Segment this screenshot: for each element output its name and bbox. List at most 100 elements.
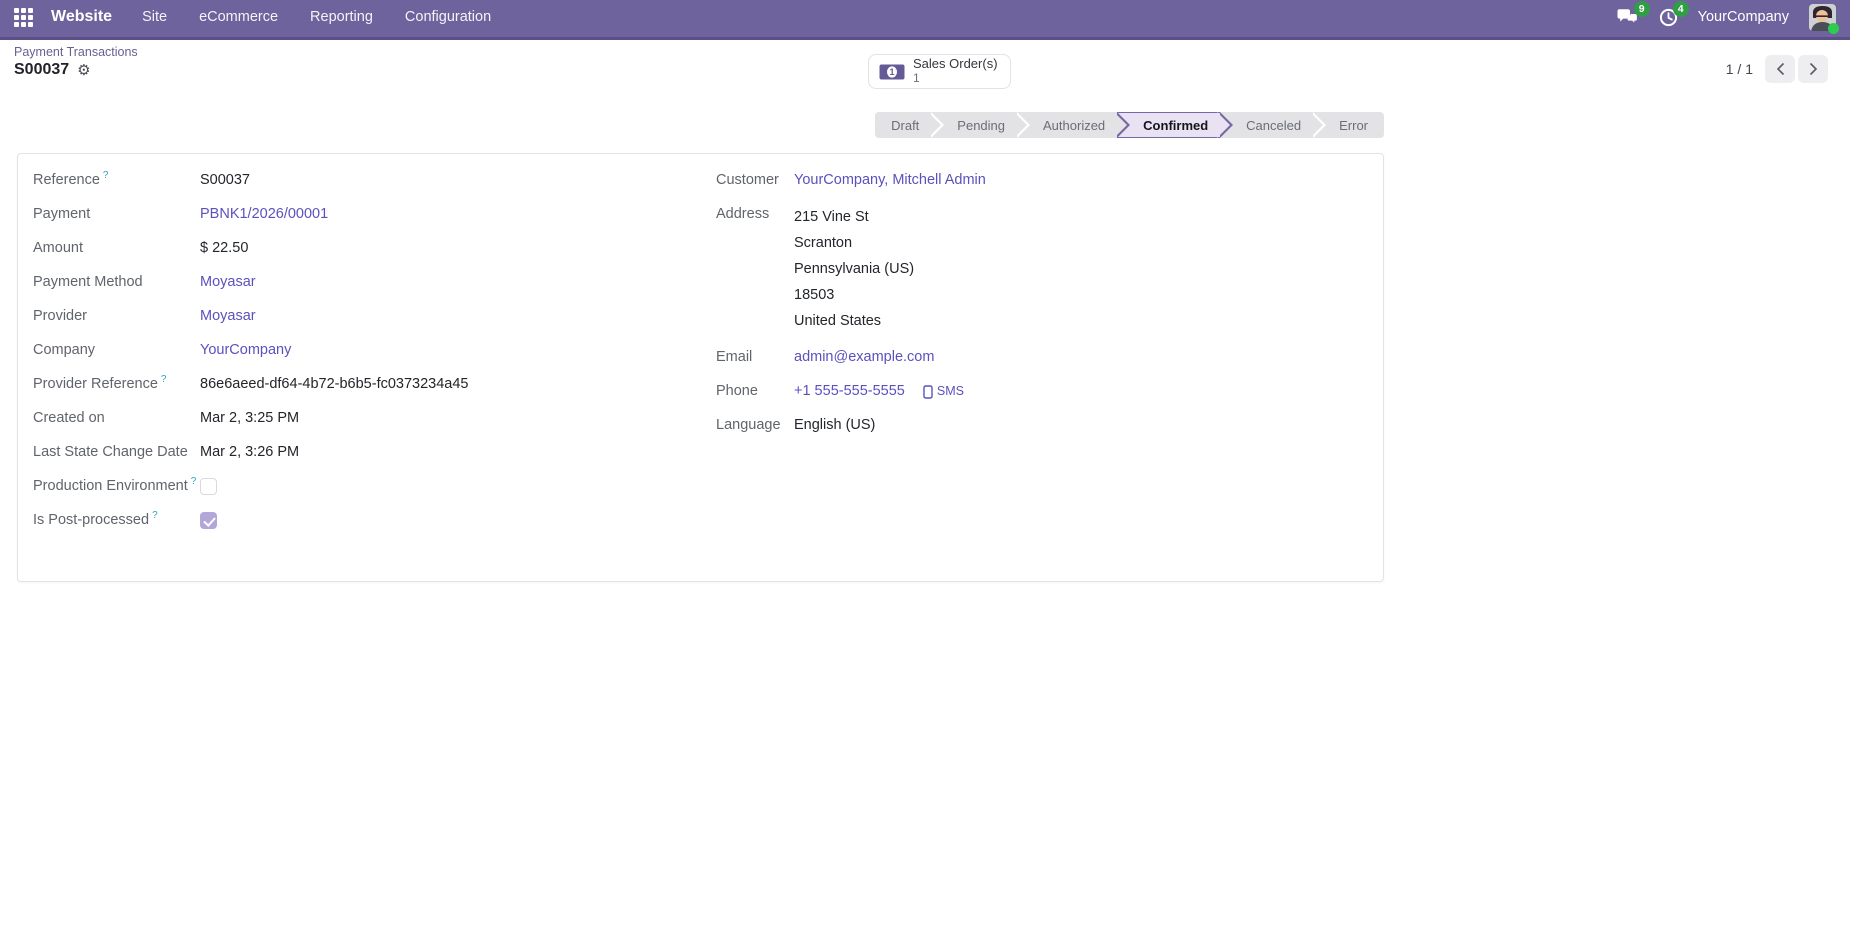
record-pager: 1 / 1 xyxy=(1726,55,1828,83)
address-line: Scranton xyxy=(794,235,853,251)
email-link[interactable]: admin@example.com xyxy=(794,347,934,368)
field-phone: Phone +1 555-555-5555 SMS xyxy=(716,381,1366,402)
field-company: Company YourCompany xyxy=(33,340,683,361)
pager-next-button[interactable] xyxy=(1798,55,1828,83)
field-label: Reference? xyxy=(33,170,109,188)
help-icon[interactable]: ? xyxy=(152,510,158,521)
apps-grid-icon[interactable] xyxy=(14,7,33,27)
field-label: Customer xyxy=(716,172,779,188)
field-label: Payment xyxy=(33,206,91,222)
address-line: Pennsylvania (US) xyxy=(794,261,915,277)
address-value: 215 Vine St Scranton Pennsylvania (US) 1… xyxy=(794,204,914,334)
navbar-right-cluster: 9 4 YourCompany xyxy=(1616,0,1839,34)
sales-orders-smart-button[interactable]: 1 Sales Order(s) 1 xyxy=(868,54,1011,89)
messages-button[interactable]: 9 xyxy=(1616,0,1650,27)
pager-previous-button[interactable] xyxy=(1765,55,1795,83)
mobile-phone-icon xyxy=(923,384,933,399)
field-production-environment: Production Environment? xyxy=(33,476,683,497)
field-label: Payment Method xyxy=(33,274,143,290)
menu-configuration[interactable]: Configuration xyxy=(405,9,491,25)
help-icon[interactable]: ? xyxy=(103,170,109,181)
activities-button[interactable]: 4 xyxy=(1659,0,1689,27)
address-line: 18503 xyxy=(794,287,835,303)
user-avatar[interactable] xyxy=(1809,3,1839,34)
customer-link[interactable]: YourCompany, Mitchell Admin xyxy=(794,170,986,191)
field-payment: Payment PBNK1/2026/00001 xyxy=(33,204,683,225)
menu-reporting[interactable]: Reporting xyxy=(310,9,373,25)
field-value: Mar 2, 3:25 PM xyxy=(200,410,300,426)
help-icon[interactable]: ? xyxy=(161,374,167,385)
payment-link[interactable]: PBNK1/2026/00001 xyxy=(200,204,328,225)
field-label: Company xyxy=(33,342,96,358)
breadcrumb: Payment Transactions S00037 ⚙ xyxy=(14,45,138,79)
statusbar: Draft Pending Authorized Confirmed Cance… xyxy=(875,112,1384,138)
status-step-canceled[interactable]: Canceled xyxy=(1220,112,1327,138)
field-value: $ 22.50 xyxy=(200,240,249,256)
phone-link[interactable]: +1 555-555-5555 xyxy=(794,381,905,402)
field-provider-reference: Provider Reference? 86e6aeed-df64-4b72-b… xyxy=(33,374,683,395)
field-label: Address xyxy=(716,206,770,222)
field-payment-method: Payment Method Moyasar xyxy=(33,272,683,293)
field-label: Amount xyxy=(33,240,83,256)
field-label: Provider xyxy=(33,308,87,324)
chevron-right-icon xyxy=(1809,62,1817,76)
field-label: Email xyxy=(716,349,753,365)
pager-value: 1 / 1 xyxy=(1725,61,1753,77)
activities-badge: 4 xyxy=(1672,0,1689,17)
online-status-dot xyxy=(1828,22,1839,34)
field-customer: Customer YourCompany, Mitchell Admin xyxy=(716,170,1366,191)
field-value: English (US) xyxy=(794,417,876,433)
form-right-column: Customer YourCompany, Mitchell Admin Add… xyxy=(716,170,1366,449)
field-label: Provider Reference? xyxy=(33,374,167,392)
smart-button-count: 1 xyxy=(913,71,920,86)
field-value: Mar 2, 3:26 PM xyxy=(200,444,300,460)
form-sheet: Reference? S00037 Payment PBNK1/2026/000… xyxy=(17,153,1384,582)
address-line: United States xyxy=(794,313,882,329)
breadcrumb-payment-transactions[interactable]: Payment Transactions xyxy=(14,45,138,59)
messages-badge: 9 xyxy=(1633,0,1650,17)
field-label: Last State Change Date xyxy=(33,444,188,460)
field-address: Address 215 Vine St Scranton Pennsylvani… xyxy=(716,204,1366,334)
smart-button-label: Sales Order(s) xyxy=(913,56,998,72)
payment-method-link[interactable]: Moyasar xyxy=(200,272,256,293)
menu-ecommerce[interactable]: eCommerce xyxy=(199,9,278,25)
production-environment-checkbox[interactable] xyxy=(200,478,217,495)
is-post-processed-checkbox[interactable] xyxy=(200,512,217,529)
status-step-authorized[interactable]: Authorized xyxy=(1017,112,1131,138)
status-step-confirmed[interactable]: Confirmed xyxy=(1117,112,1234,138)
send-sms-button[interactable]: SMS xyxy=(923,381,964,402)
money-bill-icon: 1 xyxy=(879,64,905,79)
status-step-draft[interactable]: Draft xyxy=(875,112,945,138)
chevron-left-icon xyxy=(1776,62,1784,76)
field-created-on: Created on Mar 2, 3:25 PM xyxy=(33,408,683,429)
help-icon[interactable]: ? xyxy=(191,476,197,487)
menu-site[interactable]: Site xyxy=(142,9,167,25)
field-reference: Reference? S00037 xyxy=(33,170,683,191)
field-value: S00037 xyxy=(200,172,250,188)
field-label: Phone xyxy=(716,383,758,399)
field-last-state-change-date: Last State Change Date Mar 2, 3:26 PM xyxy=(33,442,683,463)
field-label: Created on xyxy=(33,410,105,426)
page-title: S00037 xyxy=(14,61,70,78)
user-company-menu[interactable]: YourCompany xyxy=(1698,9,1789,25)
address-line: 215 Vine St xyxy=(794,209,869,225)
field-value: 86e6aeed-df64-4b72-b6b5-fc0373234a45 xyxy=(200,376,469,392)
field-is-post-processed: Is Post-processed? xyxy=(33,510,683,531)
svg-text:1: 1 xyxy=(889,67,894,77)
top-navbar: Website Site eCommerce Reporting Configu… xyxy=(0,0,1850,40)
field-label: Production Environment? xyxy=(33,476,197,494)
field-label: Language xyxy=(716,417,781,433)
gear-icon[interactable]: ⚙ xyxy=(77,63,90,78)
field-provider: Provider Moyasar xyxy=(33,306,683,327)
app-brand-website[interactable]: Website xyxy=(51,8,112,26)
control-panel: Payment Transactions S00037 ⚙ 1 Sales Or… xyxy=(0,40,1850,100)
field-amount: Amount $ 22.50 xyxy=(33,238,683,259)
odoo-backend-page: Website Site eCommerce Reporting Configu… xyxy=(0,0,1850,932)
field-email: Email admin@example.com xyxy=(716,347,1366,368)
field-language: Language English (US) xyxy=(716,415,1366,436)
company-link[interactable]: YourCompany xyxy=(200,340,291,361)
provider-link[interactable]: Moyasar xyxy=(200,306,256,327)
sms-label: SMS xyxy=(936,384,964,398)
form-left-column: Reference? S00037 Payment PBNK1/2026/000… xyxy=(33,170,683,544)
field-label: Is Post-processed? xyxy=(33,510,158,528)
